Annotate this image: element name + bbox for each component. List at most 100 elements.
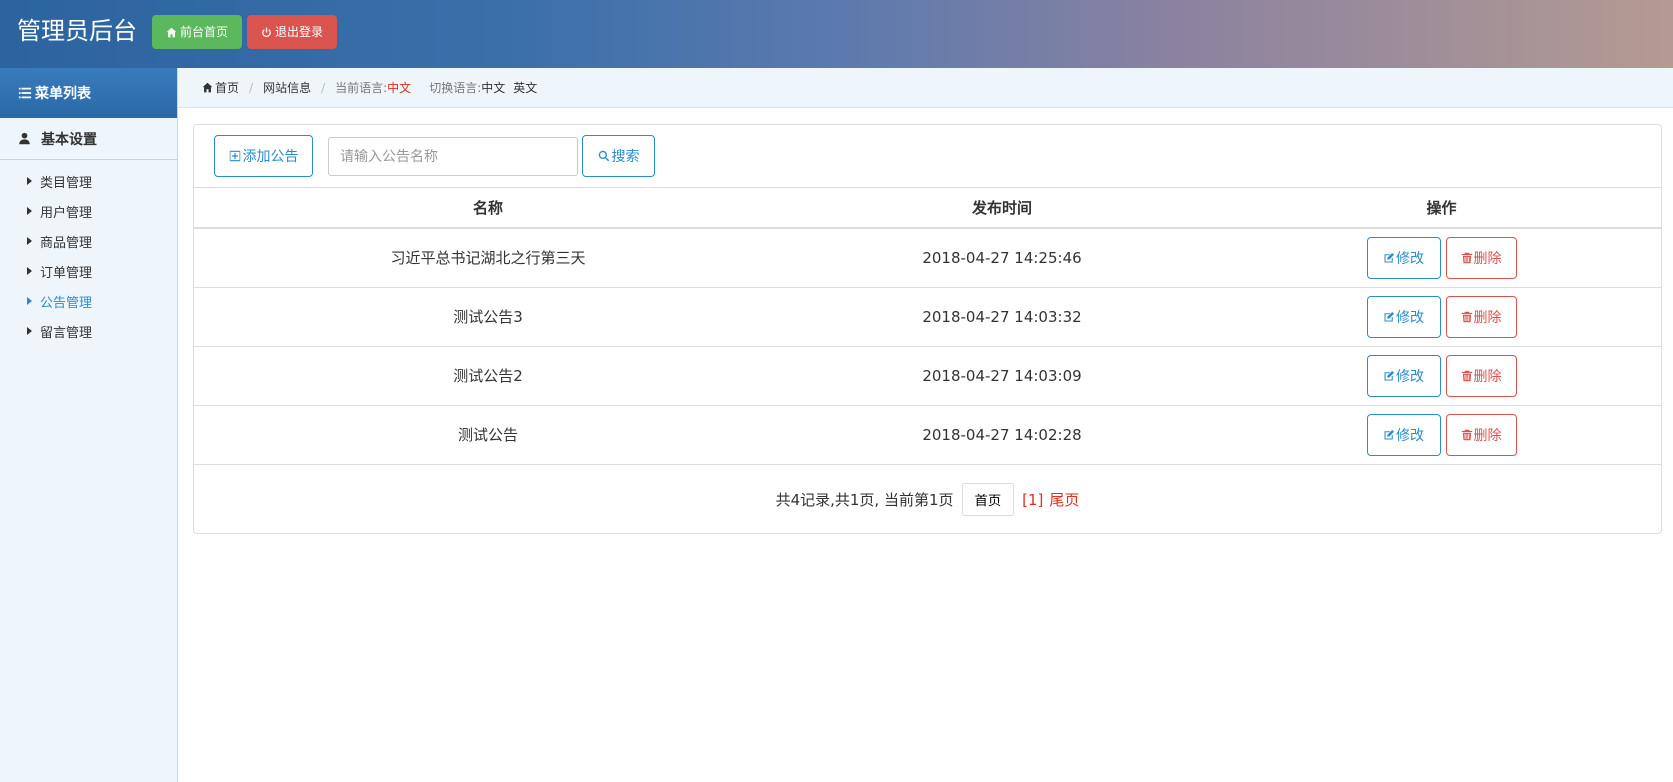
first-page-button[interactable]: 首页 xyxy=(961,483,1015,516)
pagination: 共4记录,共1页, 当前第1页 首页 [1] 尾页 xyxy=(194,465,1661,535)
sidebar-item-messages[interactable]: 留言管理 xyxy=(0,316,177,346)
caret-right-icon xyxy=(27,207,32,215)
sidebar-menu: 类目管理 用户管理 商品管理 订单管理 公告管理 留言管理 xyxy=(0,160,177,346)
table-row: 测试公告2 2018-04-27 14:03:09 修改 删除 xyxy=(194,346,1661,406)
announcement-name: 测试公告2 xyxy=(194,346,782,406)
breadcrumb-separator: / xyxy=(321,80,326,95)
sidebar-item-label: 商品管理 xyxy=(40,235,93,251)
edit-button[interactable]: 修改 xyxy=(1366,295,1441,338)
announcement-table: 名称 发布时间 操作 习近平总书记湖北之行第三天 2018-04-27 14:2… xyxy=(194,188,1661,465)
sidebar-item-products[interactable]: 商品管理 xyxy=(0,226,177,256)
home-icon xyxy=(166,27,177,37)
search-label: 搜索 xyxy=(611,148,640,164)
current-language-value: 中文 xyxy=(387,81,412,95)
app-title: 管理员后台 xyxy=(17,17,137,45)
announcement-search-input[interactable] xyxy=(328,137,578,176)
list-icon xyxy=(18,87,32,99)
table-row: 测试公告 2018-04-27 14:02:28 修改 删除 xyxy=(194,405,1661,465)
announcement-time: 2018-04-27 14:03:09 xyxy=(782,346,1222,406)
delete-button[interactable]: 删除 xyxy=(1445,413,1517,456)
announcement-name: 测试公告 xyxy=(194,405,782,465)
user-icon xyxy=(19,132,30,145)
sidebar-item-label: 用户管理 xyxy=(40,205,93,221)
row-actions: 修改 删除 xyxy=(1222,228,1661,288)
sidebar-title: 菜单列表 xyxy=(35,86,91,102)
trash-icon xyxy=(1461,370,1472,381)
sidebar-group-basic-settings[interactable]: 基本设置 xyxy=(0,118,177,160)
switch-language-label: 切换语言: xyxy=(429,81,482,95)
column-header-actions: 操作 xyxy=(1222,188,1661,229)
last-page-link[interactable]: 尾页 xyxy=(1049,489,1079,510)
sidebar-item-label: 订单管理 xyxy=(40,265,93,281)
delete-button[interactable]: 删除 xyxy=(1445,354,1517,397)
pagination-summary: 共4记录,共1页, 当前第1页 xyxy=(775,491,954,509)
edit-label: 修改 xyxy=(1396,308,1424,325)
announcement-time: 2018-04-27 14:03:32 xyxy=(782,287,1222,347)
breadcrumb: 首页 / 网站信息 / 当前语言: 中文 切换语言: 中文 英文 xyxy=(178,68,1673,108)
sidebar-header: 菜单列表 xyxy=(0,68,177,118)
caret-right-icon xyxy=(27,297,32,305)
row-actions: 修改 删除 xyxy=(1222,287,1661,347)
logout-button[interactable]: 退出登录 xyxy=(247,15,338,49)
page-number-link[interactable]: [1] xyxy=(1022,491,1043,509)
caret-right-icon xyxy=(27,327,32,335)
trash-icon xyxy=(1461,252,1472,263)
announcement-name: 习近平总书记湖北之行第三天 xyxy=(194,228,782,288)
column-header-name: 名称 xyxy=(194,188,782,229)
edit-button[interactable]: 修改 xyxy=(1366,236,1441,279)
plus-square-icon xyxy=(229,150,240,162)
delete-label: 删除 xyxy=(1473,308,1502,325)
breadcrumb-site-info[interactable]: 网站信息 xyxy=(263,79,311,96)
edit-button[interactable]: 修改 xyxy=(1366,354,1441,397)
edit-label: 修改 xyxy=(1396,249,1424,266)
search-button[interactable]: 搜索 xyxy=(582,135,655,177)
delete-label: 删除 xyxy=(1473,426,1502,443)
delete-button[interactable]: 删除 xyxy=(1445,295,1517,338)
sidebar-item-users[interactable]: 用户管理 xyxy=(0,196,177,226)
toolbar: 添加公告 搜索 xyxy=(194,125,1661,188)
row-actions: 修改 删除 xyxy=(1222,405,1661,465)
search-icon xyxy=(598,150,609,162)
column-header-publish-time: 发布时间 xyxy=(782,188,1222,229)
delete-label: 删除 xyxy=(1473,249,1502,266)
sidebar-item-label: 类目管理 xyxy=(40,175,93,191)
power-icon xyxy=(262,27,271,37)
logout-label: 退出登录 xyxy=(275,25,324,39)
edit-icon xyxy=(1384,311,1395,321)
edit-icon xyxy=(1384,429,1395,439)
announcement-name: 测试公告3 xyxy=(194,287,782,347)
frontend-home-button[interactable]: 前台首页 xyxy=(152,15,243,49)
sidebar-item-category[interactable]: 类目管理 xyxy=(0,166,177,196)
current-language-label: 当前语言: xyxy=(335,81,388,95)
edit-icon xyxy=(1384,252,1395,263)
frontend-home-label: 前台首页 xyxy=(180,25,229,39)
announcement-panel: 添加公告 搜索 名称 发布时间 操作 习近平总书记湖北之行第三天 2018-04… xyxy=(193,124,1662,534)
caret-right-icon xyxy=(27,237,32,245)
caret-right-icon xyxy=(27,177,32,185)
row-actions: 修改 删除 xyxy=(1222,346,1661,406)
sidebar-item-orders[interactable]: 订单管理 xyxy=(0,256,177,286)
caret-right-icon xyxy=(27,267,32,275)
table-row: 习近平总书记湖北之行第三天 2018-04-27 14:25:46 修改 删除 xyxy=(194,228,1661,288)
language-option-chinese[interactable]: 中文 xyxy=(481,79,505,96)
edit-button[interactable]: 修改 xyxy=(1366,413,1441,456)
sidebar-item-announcements[interactable]: 公告管理 xyxy=(0,286,177,316)
breadcrumb-home[interactable]: 首页 xyxy=(215,79,239,96)
edit-icon xyxy=(1384,370,1395,380)
sidebar-group-label: 基本设置 xyxy=(41,131,97,148)
add-announcement-button[interactable]: 添加公告 xyxy=(214,135,313,177)
edit-label: 修改 xyxy=(1396,367,1424,384)
trash-icon xyxy=(1461,311,1472,322)
announcement-time: 2018-04-27 14:02:28 xyxy=(782,405,1222,465)
announcement-time: 2018-04-27 14:25:46 xyxy=(782,228,1222,288)
table-row: 测试公告3 2018-04-27 14:03:32 修改 删除 xyxy=(194,287,1661,347)
delete-button[interactable]: 删除 xyxy=(1445,236,1517,279)
edit-label: 修改 xyxy=(1396,426,1424,443)
top-header: 管理员后台 前台首页 退出登录 xyxy=(0,0,1673,68)
table-header-row: 名称 发布时间 操作 xyxy=(194,188,1661,229)
language-option-english[interactable]: 英文 xyxy=(513,79,537,96)
sidebar-item-label: 留言管理 xyxy=(40,325,93,341)
add-announcement-label: 添加公告 xyxy=(242,148,299,164)
delete-label: 删除 xyxy=(1473,367,1502,384)
trash-icon xyxy=(1461,429,1472,440)
